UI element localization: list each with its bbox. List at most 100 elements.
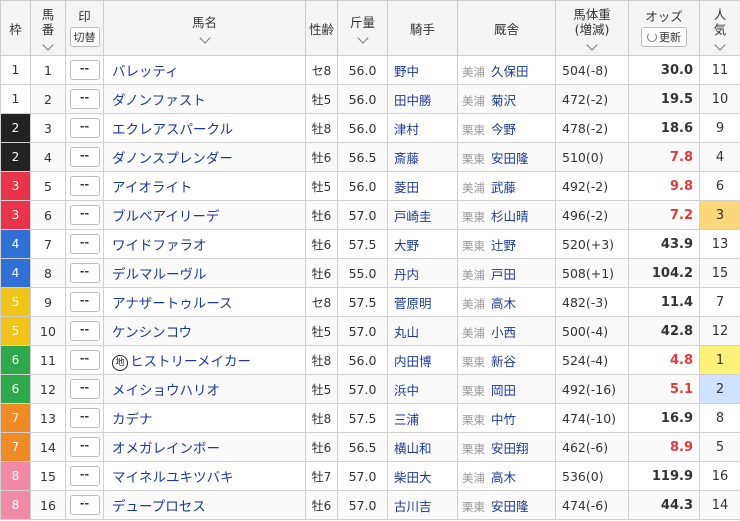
- trainer-link[interactable]: 今野: [491, 122, 516, 137]
- horse-name-link[interactable]: マイネルユキツバキ: [112, 470, 234, 486]
- mark-toggle-button[interactable]: 切替: [69, 27, 100, 47]
- mark-select-button[interactable]: --: [69, 147, 100, 167]
- stable-region: 栗東: [462, 383, 485, 398]
- trainer-link[interactable]: 小西: [491, 325, 516, 340]
- mark-select-button[interactable]: --: [69, 205, 100, 225]
- horse-name-link[interactable]: ブルベアイリーデ: [112, 209, 219, 225]
- horse-name-link[interactable]: アナザートゥルース: [112, 296, 233, 312]
- horse-name-cell: マイネルユキツバキ: [103, 461, 306, 491]
- trainer-link[interactable]: 高木: [491, 296, 516, 311]
- horse-name-link[interactable]: エクレアスパークル: [112, 122, 233, 138]
- stable-cell: 美浦 高木: [457, 287, 556, 317]
- horse-name-link[interactable]: デュープロセス: [112, 499, 206, 515]
- trainer-link[interactable]: 武藤: [491, 180, 516, 195]
- horse-name-link[interactable]: ダノンスプレンダー: [112, 151, 233, 167]
- sort-chevron-icon[interactable]: [198, 31, 211, 44]
- umaban-cell: 4: [30, 142, 66, 172]
- trainer-link[interactable]: 安田翔: [491, 441, 529, 456]
- mark-select-button[interactable]: --: [69, 118, 100, 138]
- horse-name-link[interactable]: メイショウハリオ: [112, 383, 220, 399]
- col-kinryo[interactable]: 斤量: [337, 0, 388, 56]
- jockey-link[interactable]: 田中勝: [394, 93, 432, 108]
- mark-cell: --: [65, 258, 104, 288]
- mark-select-button[interactable]: --: [69, 350, 100, 370]
- stable-cell: 美浦 戸田: [457, 258, 556, 288]
- mark-select-button[interactable]: --: [69, 437, 100, 457]
- umaban-cell: 9: [30, 287, 66, 317]
- jockey-link[interactable]: 戸崎圭: [394, 209, 432, 224]
- col-popularity[interactable]: 人 気: [699, 0, 740, 56]
- col-body-weight[interactable]: 馬体重 (増減): [555, 0, 629, 56]
- jockey-link[interactable]: 津村: [394, 122, 419, 137]
- jockey-cell: 内田博: [387, 345, 458, 375]
- mark-select-button[interactable]: --: [69, 263, 100, 283]
- horse-name-link[interactable]: ケンシンコウ: [112, 325, 192, 341]
- col-name[interactable]: 馬名: [103, 0, 306, 56]
- col-kinryo-label: 斤量: [349, 14, 375, 30]
- odds-update-button[interactable]: 更新: [641, 27, 687, 47]
- stable-region: 栗東: [462, 499, 485, 514]
- jockey-link[interactable]: 古川吉: [394, 499, 432, 514]
- stable-region: 美浦: [462, 267, 485, 282]
- horse-name-link[interactable]: ワイドファラオ: [112, 238, 207, 254]
- trainer-link[interactable]: 岡田: [491, 383, 516, 398]
- jockey-link[interactable]: 浜中: [394, 383, 419, 398]
- horse-name-link[interactable]: アイオライト: [112, 180, 192, 196]
- waku-cell: 4: [0, 258, 31, 288]
- trainer-link[interactable]: 菊沢: [491, 93, 516, 108]
- horse-row: 4 7 -- ワイドファラオ 牡6 57.5 大野 栗東 辻野 520(+3) 43.9 13: [0, 229, 740, 259]
- horse-name-link[interactable]: カデナ: [112, 412, 153, 428]
- mark-cell: --: [65, 403, 104, 433]
- trainer-link[interactable]: 久保田: [491, 64, 529, 79]
- trainer-link[interactable]: 杉山晴: [491, 209, 529, 224]
- trainer-link[interactable]: 中竹: [491, 412, 516, 427]
- mark-select-button[interactable]: --: [69, 292, 100, 312]
- horse-name-cell: ダノンファスト: [103, 84, 306, 114]
- mark-select-button[interactable]: --: [69, 379, 100, 399]
- jockey-link[interactable]: 菅原明: [394, 296, 432, 311]
- horse-name-link[interactable]: ヒストリーメイカー: [130, 354, 251, 370]
- col-umaban[interactable]: 馬 番: [30, 0, 66, 56]
- kinryo-cell: 57.5: [337, 287, 388, 317]
- trainer-link[interactable]: 高木: [491, 470, 516, 485]
- jockey-link[interactable]: 三浦: [394, 412, 419, 427]
- mark-select-button[interactable]: --: [69, 60, 100, 80]
- jockey-link[interactable]: 菱田: [394, 180, 419, 195]
- jockey-link[interactable]: 丸山: [394, 325, 419, 340]
- trainer-link[interactable]: 安田隆: [491, 499, 529, 514]
- jockey-link[interactable]: 横山和: [394, 441, 432, 456]
- jockey-link[interactable]: 大野: [394, 238, 419, 253]
- jockey-link[interactable]: 野中: [394, 64, 419, 79]
- jockey-link[interactable]: 内田博: [394, 354, 432, 369]
- kinryo-cell: 56.0: [337, 84, 388, 114]
- horse-row: 2 4 -- ダノンスプレンダー 牡6 56.5 斎藤 栗東 安田隆 510(0) 7.8 4: [0, 142, 740, 172]
- jockey-link[interactable]: 丹内: [394, 267, 419, 282]
- mark-select-button[interactable]: --: [69, 466, 100, 486]
- waku-cell: 5: [0, 287, 31, 317]
- sort-chevron-icon[interactable]: [586, 39, 598, 51]
- sort-chevron-icon[interactable]: [714, 39, 726, 51]
- body-weight-cell: 520(+3): [555, 229, 629, 259]
- trainer-link[interactable]: 新谷: [491, 354, 516, 369]
- mark-select-button[interactable]: --: [69, 234, 100, 254]
- trainer-link[interactable]: 安田隆: [491, 151, 529, 166]
- mark-select-button[interactable]: --: [69, 408, 100, 428]
- horse-name-link[interactable]: バレッティ: [112, 64, 179, 80]
- mark-select-button[interactable]: --: [69, 89, 100, 109]
- mark-select-button[interactable]: --: [69, 321, 100, 341]
- jockey-link[interactable]: 柴田大: [394, 470, 432, 485]
- trainer-link[interactable]: 戸田: [491, 267, 516, 282]
- sort-chevron-icon[interactable]: [42, 39, 54, 51]
- sort-chevron-icon[interactable]: [356, 31, 369, 44]
- mark-cell: --: [65, 432, 104, 462]
- mark-select-button[interactable]: --: [69, 495, 100, 515]
- trainer-link[interactable]: 辻野: [491, 238, 516, 253]
- horse-name-link[interactable]: ダノンファスト: [112, 93, 206, 109]
- jockey-cell: 田中勝: [387, 84, 458, 114]
- mark-select-button[interactable]: --: [69, 176, 100, 196]
- jockey-link[interactable]: 斎藤: [394, 151, 419, 166]
- body-weight-cell: 492(-2): [555, 171, 629, 201]
- horse-name-link[interactable]: デルマルーヴル: [112, 267, 207, 283]
- horse-row: 6 12 -- メイショウハリオ 牡5 57.0 浜中 栗東 岡田 492(-16) 5.1 2: [0, 374, 740, 404]
- horse-name-link[interactable]: オメガレインボー: [112, 441, 220, 457]
